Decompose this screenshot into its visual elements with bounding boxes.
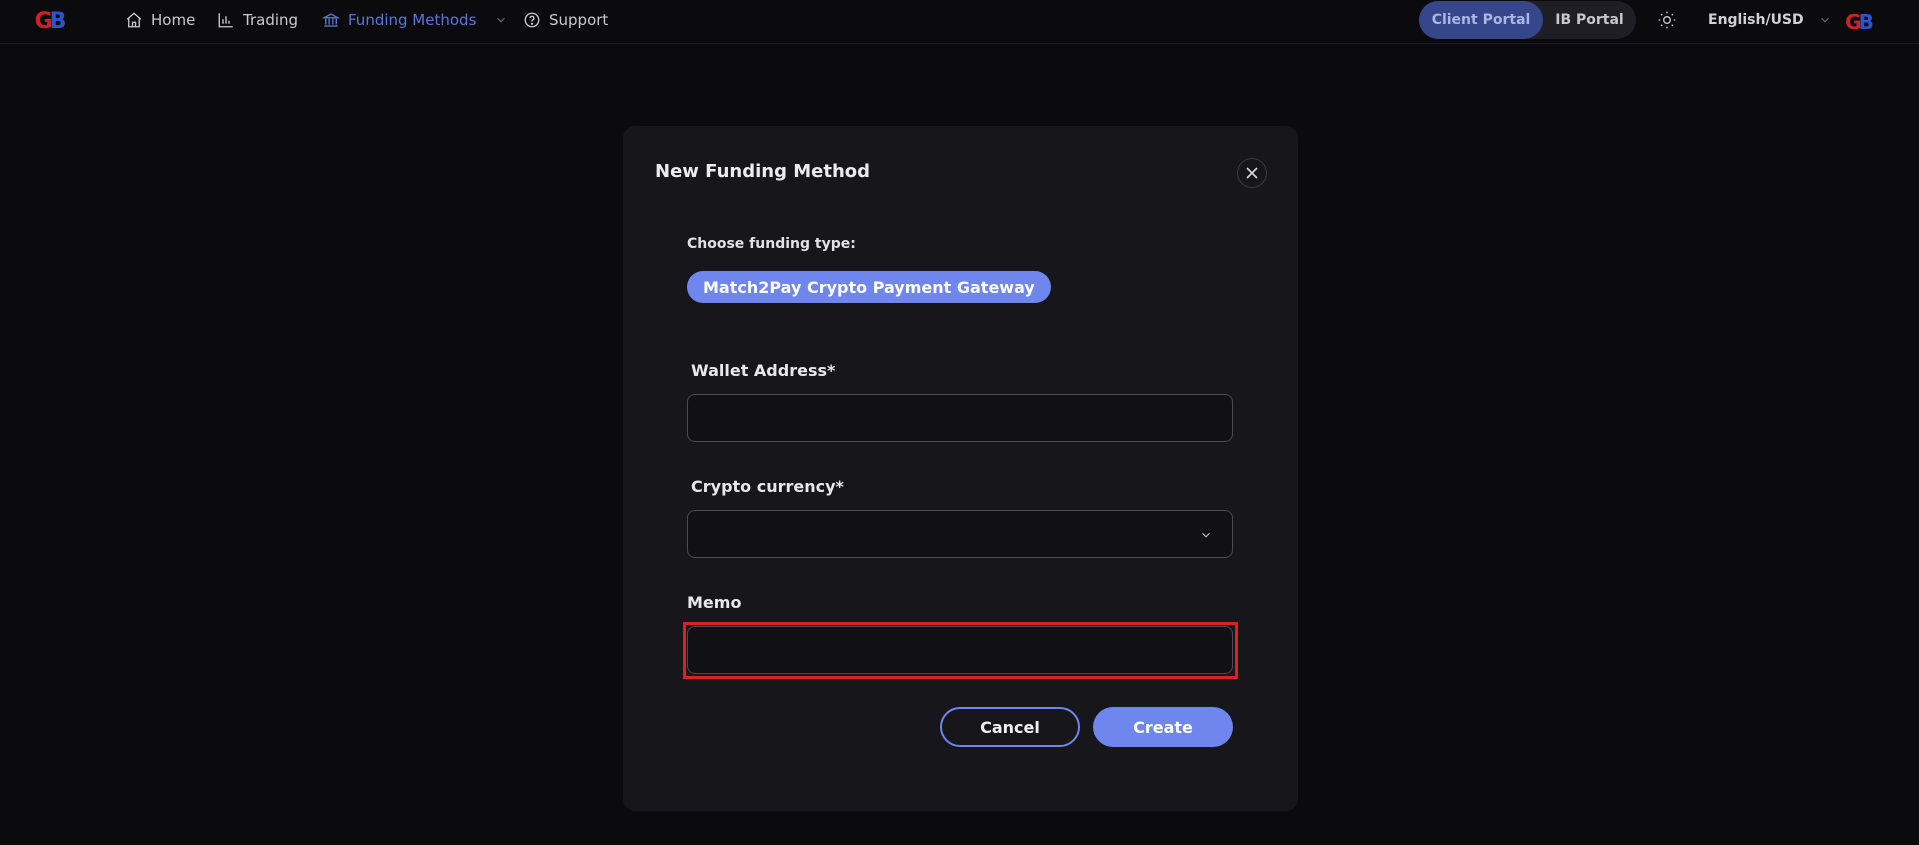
crypto-currency-label: Crypto currency* [691,477,844,496]
memo-label: Memo [687,593,742,612]
crypto-currency-select[interactable] [687,510,1233,558]
close-button[interactable] [1237,158,1267,188]
nav-item-funding-methods[interactable]: Funding Methods [322,0,508,40]
language-selector[interactable]: English/USD [1708,0,1832,40]
home-icon [126,12,142,28]
brightness-icon[interactable] [1657,10,1677,30]
chevron-down-icon [1820,17,1829,23]
client-portal-button[interactable]: Client Portal [1419,1,1543,39]
funding-type-label: Choose funding type: [687,236,856,252]
create-button[interactable]: Create [1093,707,1233,747]
nav-label-support: Support [549,11,609,29]
account-avatar-logo[interactable]: GB [1842,10,1874,34]
nav-item-support[interactable]: Support [523,0,608,40]
ib-portal-button[interactable]: IB Portal [1543,1,1636,39]
chevron-down-icon [497,17,506,23]
nav-item-home[interactable]: Home [125,0,195,40]
funding-type-chip[interactable]: Match2Pay Crypto Payment Gateway [687,271,1051,303]
brand-logo[interactable]: GB [30,8,68,34]
portal-switch: Client Portal IB Portal [1419,1,1636,39]
wallet-address-label: Wallet Address* [691,361,836,380]
nav-label-trading: Trading [243,11,299,29]
help-circle-icon [524,12,540,28]
bar-chart-icon [218,13,233,28]
nav-label-home: Home [151,11,196,29]
close-icon [1246,167,1258,179]
wallet-address-input[interactable] [687,394,1233,442]
memo-input[interactable] [687,626,1233,674]
cancel-button[interactable]: Cancel [940,707,1080,747]
logo-letter-b: B [49,8,67,34]
logo-letter-g: G [34,8,53,34]
top-navigation-bar: GB Home Trading Funding Methods Support … [0,0,1919,44]
nav-item-trading[interactable]: Trading [217,0,298,40]
logo-letter-b: B [1858,10,1874,34]
modal-title: New Funding Method [655,161,871,182]
language-label: English/USD [1708,12,1804,28]
bank-icon [322,13,340,27]
new-funding-method-modal: New Funding Method Choose funding type: … [623,126,1298,811]
nav-label-funding-methods: Funding Methods [348,11,477,29]
logo-letter-g: G [1845,10,1862,34]
